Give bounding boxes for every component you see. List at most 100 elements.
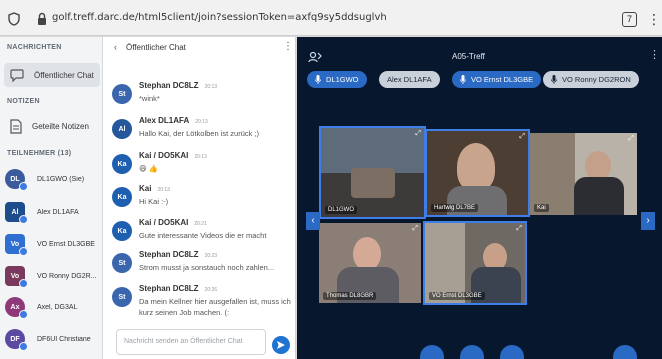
microphone-icon (551, 75, 557, 84)
video-background (321, 128, 424, 173)
author-name: Stephan DC8LZ (139, 284, 199, 293)
avatar-initials: DF (10, 335, 20, 343)
participants-heading: TEILNEHMER (13) (7, 150, 72, 157)
chat-panel: ‹ Öffentlicher Chat ⋮ St Stephan DC8LZ 20… (103, 37, 296, 359)
send-icon (277, 341, 285, 349)
avatar: DL (5, 169, 28, 191)
browser-menu-icon[interactable]: ⋮ (647, 10, 661, 28)
chat-options-icon[interactable]: ⋮ (283, 41, 293, 52)
author-name: Kai (139, 184, 152, 193)
participant-row[interactable]: Al Alex DL1AFA (5, 200, 103, 224)
shield-icon[interactable] (8, 12, 20, 26)
avatar: St (112, 287, 132, 307)
talking-indicator[interactable]: DL1GWO (307, 71, 367, 88)
nav-shared-notes[interactable]: Geteilte Notizen (4, 114, 100, 138)
notes-heading: NOTIZEN (7, 98, 40, 105)
message-text: *wink* (139, 94, 160, 103)
chevron-left-icon[interactable]: ‹ (114, 42, 117, 52)
participant-name: DF6UI Christiane (37, 335, 91, 343)
meeting-options-icon[interactable]: ⋮ (649, 48, 660, 61)
chat-message-input[interactable]: Nachricht senden an Öffentlicher Chat (116, 329, 266, 355)
video-label: Kai (534, 204, 549, 212)
video-tile[interactable]: ⤢ Thomas DL8GBR (319, 223, 421, 303)
message-time: 20:13 (194, 154, 207, 160)
avatar-initials: Ka (117, 160, 127, 168)
video-subject (351, 168, 395, 198)
message-author: Kai / DO5KAI 20:13 (139, 151, 207, 160)
message-text: Hallo Kai, der Lötkolben ist zurück ;) (139, 129, 260, 138)
participant-name: VO Ronny DG2R... (37, 272, 97, 280)
avatar: Ka (112, 221, 132, 241)
meeting-title: A05-Treff (452, 52, 485, 61)
expand-icon[interactable]: ⤢ (412, 225, 418, 233)
chat-title: Öffentlicher Chat (126, 43, 186, 52)
participant-row[interactable]: Ax Axel, DG3AL (5, 295, 103, 319)
expand-icon[interactable]: ⤢ (415, 130, 421, 138)
video-tile[interactable]: ⤢ Kai (530, 133, 637, 215)
message-author: Stephan DC8LZ 20:26 (139, 284, 217, 293)
message-time: 20:21 (194, 221, 207, 227)
message-text: 😄 👍 (139, 164, 159, 173)
message-text: Gute interessante Videos die er macht (139, 231, 267, 240)
video-tile[interactable]: ⤢ DL1GWO (319, 126, 426, 219)
tab-count-button[interactable]: 7 (622, 12, 637, 27)
video-subject (353, 237, 381, 271)
participant-name: Axel, DG3AL (37, 303, 78, 311)
message-time: 20:13 (204, 84, 218, 90)
message-author: Alex DL1AFA 20:13 (139, 116, 208, 125)
leave-audio-button[interactable] (460, 345, 484, 359)
video-tile[interactable]: ⤢ Hartwig DL7BE (425, 129, 530, 217)
microphone-button[interactable] (420, 345, 444, 359)
avatar-initials: DL (10, 175, 20, 183)
send-button[interactable] (272, 336, 290, 354)
author-name: Kai / DO5KAI (139, 151, 189, 160)
avatar: Vo (5, 266, 28, 288)
next-page-button[interactable]: › (641, 212, 655, 230)
video-tile[interactable]: ⤢ VO Ernst DL3GBE (423, 221, 527, 305)
notes-icon (10, 118, 22, 134)
avatar-initials: Vo (10, 240, 20, 248)
message-text: Da mein Kellner hier ausgefallen ist, mu… (139, 297, 291, 317)
message-author: Kai / DO5KAI 20:21 (139, 218, 207, 227)
avatar: Vo (5, 234, 28, 256)
avatar: St (112, 253, 132, 273)
microphone-icon (19, 279, 28, 288)
avatar-initials: Vo (10, 272, 20, 280)
video-label: VO Ernst DL3GBE (429, 292, 485, 300)
screen-share-button[interactable] (613, 345, 637, 359)
participant-row[interactable]: Vo VO Ronny DG2R... (5, 264, 103, 288)
microphone-icon (19, 342, 28, 351)
microphone-icon (19, 215, 28, 224)
video-label: DL1GWO (325, 206, 358, 214)
message-time: 20:13 (195, 119, 208, 125)
avatar: Ka (112, 187, 132, 207)
previous-page-button[interactable]: ‹ (306, 212, 320, 230)
address-bar[interactable]: golf.treff.darc.de/html5client/join?sess… (52, 12, 387, 23)
avatar: DF (5, 329, 28, 351)
user-list-toggle-icon[interactable] (308, 51, 322, 63)
expand-icon[interactable]: ⤢ (519, 133, 525, 141)
participant-row[interactable]: Vo VO Ernst DL3GBE (5, 232, 103, 256)
expand-icon[interactable]: ⤢ (628, 135, 634, 143)
message-text: Strom musst ja sonstauch noch zahlen... (139, 263, 275, 272)
avatar-initials: Ka (117, 193, 127, 201)
nav-public-chat[interactable]: Öffentlicher Chat (4, 63, 100, 87)
message-time: 20:13 (157, 187, 170, 193)
expand-icon[interactable]: ⤢ (516, 225, 522, 233)
talking-indicator[interactable]: VO Ernst DL3GBE (452, 71, 542, 88)
author-name: Stephan DC8LZ (139, 81, 199, 90)
public-chat-label: Öffentlicher Chat (34, 70, 94, 80)
talking-indicator[interactable]: VO Ronny DG2RON (543, 71, 639, 88)
microphone-icon (315, 75, 321, 84)
avatar-initials: Ax (10, 303, 20, 311)
participant-row[interactable]: DL DL1GWO (Sie) (5, 167, 103, 191)
talker-name: VO Ernst DL3GBE (471, 75, 534, 84)
avatar-initials: St (118, 259, 126, 267)
participant-row[interactable]: DF DF6UI Christiane (5, 327, 103, 351)
camera-button[interactable] (500, 345, 524, 359)
author-name: Alex DL1AFA (139, 116, 190, 125)
avatar-initials: Ka (117, 227, 127, 235)
talking-indicator[interactable]: Alex DL1AFA (379, 71, 440, 88)
talker-name: DL1GWO (326, 75, 359, 84)
author-name: Kai / DO5KAI (139, 218, 189, 227)
